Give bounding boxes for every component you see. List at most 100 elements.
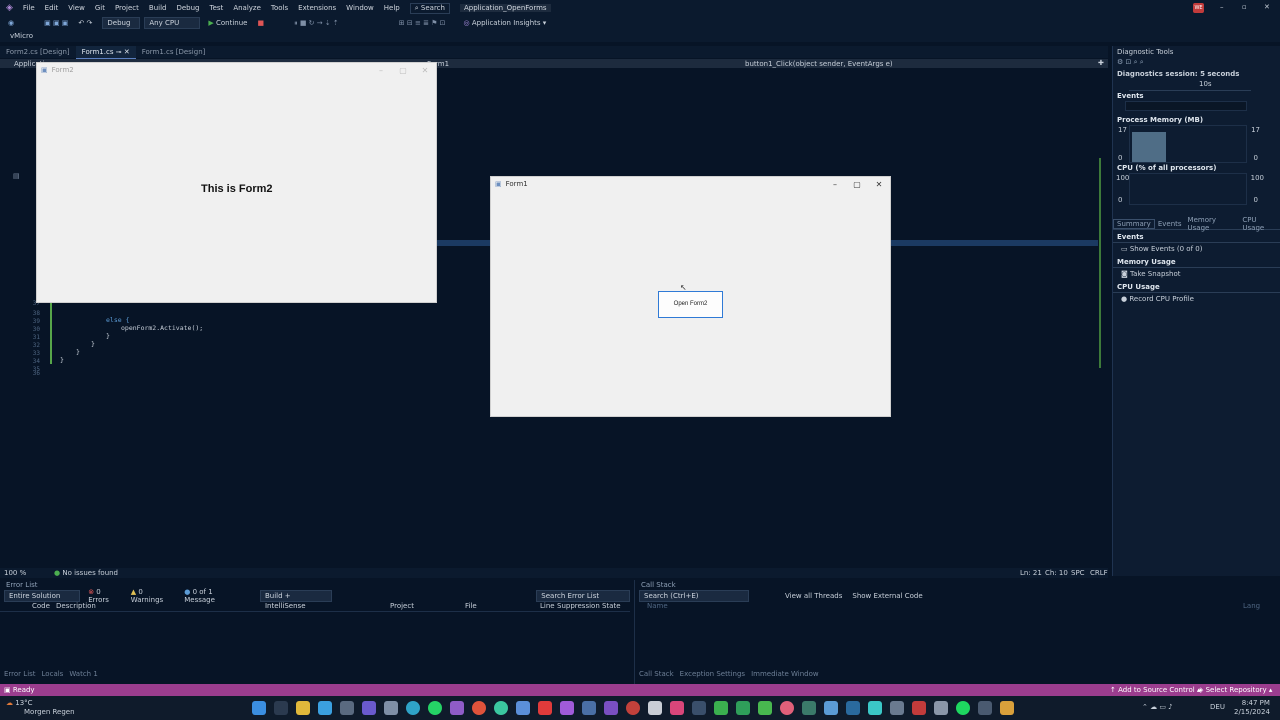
app-icon[interactable]	[824, 701, 838, 715]
spotify-icon[interactable]	[956, 701, 970, 715]
app-icon[interactable]	[450, 701, 464, 715]
vertical-scrollbar[interactable]	[1099, 158, 1107, 368]
app-icon[interactable]	[560, 701, 574, 715]
edge-icon[interactable]	[406, 701, 420, 715]
minimize-icon[interactable]: –	[824, 180, 846, 189]
weather-widget[interactable]: ☁ 13°C Morgen Regen	[6, 699, 75, 717]
pin-icon[interactable]: ⊸	[116, 48, 122, 56]
user-badge[interactable]: WE	[1193, 3, 1204, 13]
col-lang[interactable]: Lang	[1243, 602, 1260, 610]
tab-events[interactable]: Events	[1155, 220, 1185, 228]
form2-titlebar[interactable]: ▣ Form2 – ▢ ✕	[37, 63, 436, 77]
close-icon[interactable]: ✕	[1264, 3, 1270, 11]
take-snapshot-button[interactable]: ◙ Take Snapshot	[1113, 268, 1280, 280]
app-icon[interactable]	[934, 701, 948, 715]
issues-status[interactable]: ● No issues found	[54, 569, 118, 577]
search-button[interactable]: ⌕ Search	[409, 2, 450, 14]
widgets-icon[interactable]	[318, 701, 332, 715]
all-threads-toggle[interactable]: View all Threads	[785, 592, 842, 600]
tab-memory-usage[interactable]: Memory Usage	[1185, 216, 1240, 232]
tab-locals[interactable]: Locals	[42, 670, 64, 678]
tab-summary[interactable]: Summary	[1113, 219, 1155, 229]
menu-edit[interactable]: Edit	[45, 4, 59, 12]
save-icon[interactable]: ▣ ▣ ▣	[44, 19, 68, 27]
tab-form2-design[interactable]: Form2.cs [Design]	[0, 46, 76, 58]
platform-dropdown[interactable]: Any CPU	[144, 17, 201, 29]
eol-indicator[interactable]: CRLF	[1090, 569, 1108, 577]
tab-error-list[interactable]: Error List	[4, 670, 36, 678]
zoom-level[interactable]: 100 %	[4, 569, 26, 577]
maximize-icon[interactable]: ▢	[392, 66, 414, 75]
continue-button[interactable]: ▶ Continue	[208, 19, 247, 27]
maximize-icon[interactable]: ▫	[1242, 3, 1247, 11]
menu-debug[interactable]: Debug	[176, 4, 199, 12]
explorer-icon[interactable]	[296, 701, 310, 715]
insights-button[interactable]: ◎ Application Insights ▾	[464, 19, 547, 27]
menu-file[interactable]: File	[23, 4, 35, 12]
form2-window[interactable]: ▣ Form2 – ▢ ✕ This is Form2	[37, 63, 436, 302]
tab-watch[interactable]: Watch 1	[69, 670, 97, 678]
tab-close-icon[interactable]: ✕	[124, 48, 130, 56]
app-icon[interactable]	[582, 701, 596, 715]
tray-icons[interactable]: ⌃ ☁ ▭ ♪	[1142, 703, 1173, 711]
add-icon[interactable]: ✚	[1098, 59, 1104, 67]
layout-icons[interactable]: ⊞ ⊟ ≡ ≣ ⚑ ⊡	[399, 19, 446, 27]
menu-project[interactable]: Project	[115, 4, 139, 12]
search-icon[interactable]	[274, 701, 288, 715]
spacing-indicator[interactable]: SPC	[1071, 569, 1085, 577]
tab-exception-settings[interactable]: Exception Settings	[680, 670, 745, 678]
app-icon[interactable]	[802, 701, 816, 715]
col-code[interactable]: Code	[32, 602, 50, 610]
app-icon[interactable]	[494, 701, 508, 715]
debug-icons[interactable]: ⏸ ■ ↻ → ⇣ ⇡	[294, 19, 339, 28]
col-project[interactable]: Project	[390, 602, 414, 610]
app-icon[interactable]	[362, 701, 376, 715]
start-icon[interactable]	[252, 701, 266, 715]
error-search-input[interactable]: Search Error List	[536, 590, 630, 602]
select-tools-icon[interactable]: ⊡	[1126, 58, 1132, 66]
tab-immediate-window[interactable]: Immediate Window	[751, 670, 819, 678]
app-icon[interactable]	[648, 701, 662, 715]
menu-test[interactable]: Test	[210, 4, 224, 12]
clock[interactable]: 8:47 PM 2/15/2024	[1234, 699, 1270, 717]
col-line[interactable]: Line	[540, 602, 555, 610]
menu-analyze[interactable]: Analyze	[233, 4, 261, 12]
youtube-icon[interactable]	[538, 701, 552, 715]
vmicro-dropdown[interactable]: vMicro	[10, 32, 33, 40]
col-file[interactable]: File	[465, 602, 477, 610]
add-source-control[interactable]: ↑ Add to Source Control ▴	[1110, 686, 1200, 694]
settings-icon[interactable]: ⚙	[1117, 58, 1123, 66]
keyboard-language[interactable]: DEU	[1210, 703, 1225, 711]
app-icon[interactable]	[714, 701, 728, 715]
minimize-icon[interactable]: –	[370, 66, 392, 75]
back-icon[interactable]: ◉	[8, 19, 14, 27]
close-icon[interactable]: ✕	[868, 180, 890, 189]
tab-form1-design[interactable]: Form1.cs [Design]	[136, 46, 212, 58]
zoom-icon[interactable]: ⌕ ⌕	[1134, 58, 1144, 66]
app-icon[interactable]	[758, 701, 772, 715]
scope-dropdown[interactable]: Entire Solution	[4, 590, 81, 602]
menu-extensions[interactable]: Extensions	[298, 4, 336, 12]
app-icon[interactable]	[1000, 701, 1014, 715]
app-icon[interactable]	[384, 701, 398, 715]
maximize-icon[interactable]: ▢	[846, 180, 868, 189]
app-icon[interactable]	[846, 701, 860, 715]
form1-window[interactable]: ▣ Form1 – ▢ ✕ Open Form2 ↖	[491, 177, 890, 416]
app-icon[interactable]	[912, 701, 926, 715]
menu-help[interactable]: Help	[384, 4, 400, 12]
app-icon[interactable]	[626, 701, 640, 715]
menu-window[interactable]: Window	[346, 4, 374, 12]
tab-form1-cs[interactable]: Form1.cs ⊸ ✕	[75, 45, 136, 59]
minimize-icon[interactable]: –	[1220, 3, 1224, 11]
pinterest-icon[interactable]	[780, 701, 794, 715]
col-description[interactable]: Description	[56, 602, 96, 610]
whatsapp-icon[interactable]	[428, 701, 442, 715]
col-suppression[interactable]: Suppression State	[557, 602, 621, 610]
app-icon[interactable]	[340, 701, 354, 715]
build-dropdown[interactable]: Build + IntelliSense	[259, 590, 333, 610]
external-code-toggle[interactable]: Show External Code	[852, 592, 922, 600]
chrome-icon[interactable]	[472, 701, 486, 715]
close-icon[interactable]: ✕	[414, 66, 436, 75]
show-events-link[interactable]: ▭ Show Events (0 of 0)	[1113, 243, 1280, 255]
form1-titlebar[interactable]: ▣ Form1 – ▢ ✕	[491, 177, 890, 191]
